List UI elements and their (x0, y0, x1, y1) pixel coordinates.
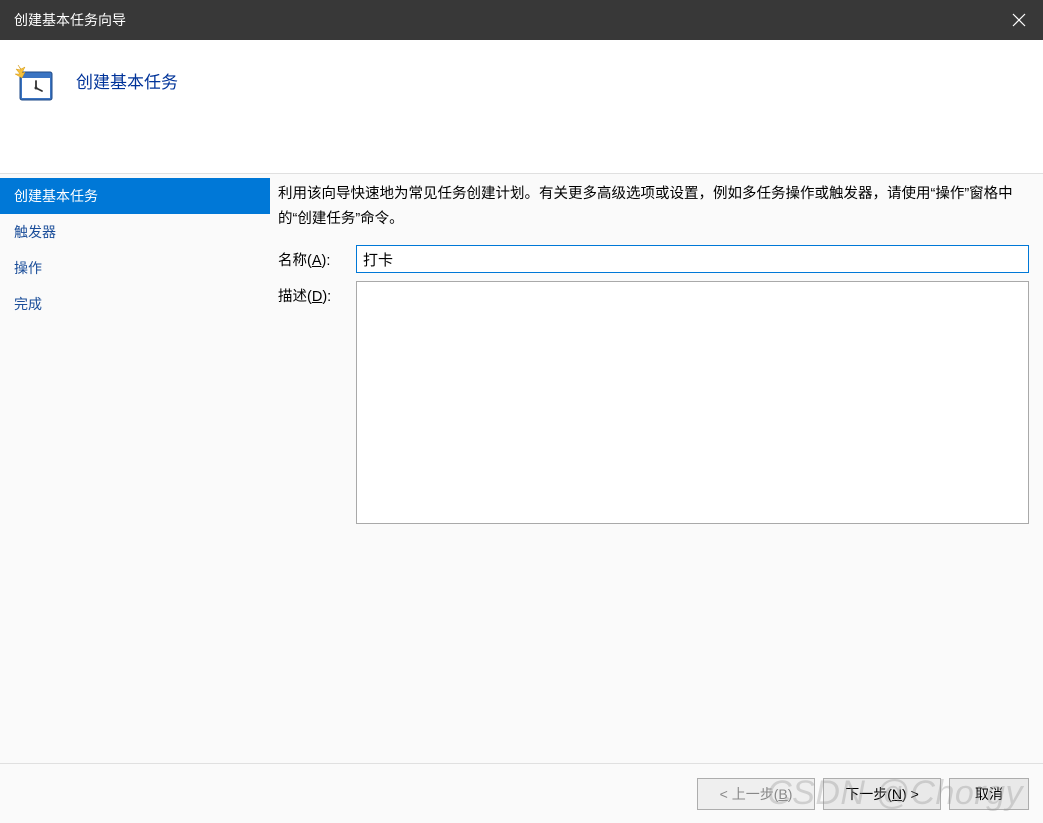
close-icon (1012, 13, 1026, 27)
description-textarea[interactable] (356, 281, 1029, 524)
previous-button: < 上一步(B) (697, 778, 815, 810)
next-button[interactable]: 下一步(N) > (823, 778, 941, 810)
sidebar-item-create-basic-task[interactable]: 创建基本任务 (0, 178, 270, 214)
window-title: 创建基本任务向导 (14, 10, 126, 30)
task-scheduler-icon (14, 62, 56, 104)
description-row: 描述(D): (278, 281, 1029, 524)
intro-text: 利用该向导快速地为常见任务创建计划。有关更多高级选项或设置，例如多任务操作或触发… (278, 182, 1029, 231)
name-input[interactable] (356, 245, 1029, 273)
name-label: 名称(A): (278, 245, 356, 270)
sidebar-item-action[interactable]: 操作 (0, 250, 270, 286)
sidebar-item-trigger[interactable]: 触发器 (0, 214, 270, 250)
name-row: 名称(A): (278, 245, 1029, 273)
wizard-header: 创建基本任务 (0, 40, 1043, 174)
sidebar-item-finish[interactable]: 完成 (0, 286, 270, 322)
cancel-button[interactable]: 取消 (949, 778, 1029, 810)
close-button[interactable] (995, 0, 1043, 40)
wizard-footer: < 上一步(B) 下一步(N) > 取消 (0, 763, 1043, 823)
titlebar: 创建基本任务向导 (0, 0, 1043, 40)
description-label: 描述(D): (278, 281, 356, 306)
wizard-steps-sidebar: 创建基本任务 触发器 操作 完成 (0, 174, 270, 762)
wizard-body: 创建基本任务 触发器 操作 完成 利用该向导快速地为常见任务创建计划。有关更多高… (0, 174, 1043, 762)
wizard-content: 利用该向导快速地为常见任务创建计划。有关更多高级选项或设置，例如多任务操作或触发… (270, 174, 1043, 762)
wizard-title: 创建基本任务 (76, 68, 178, 93)
